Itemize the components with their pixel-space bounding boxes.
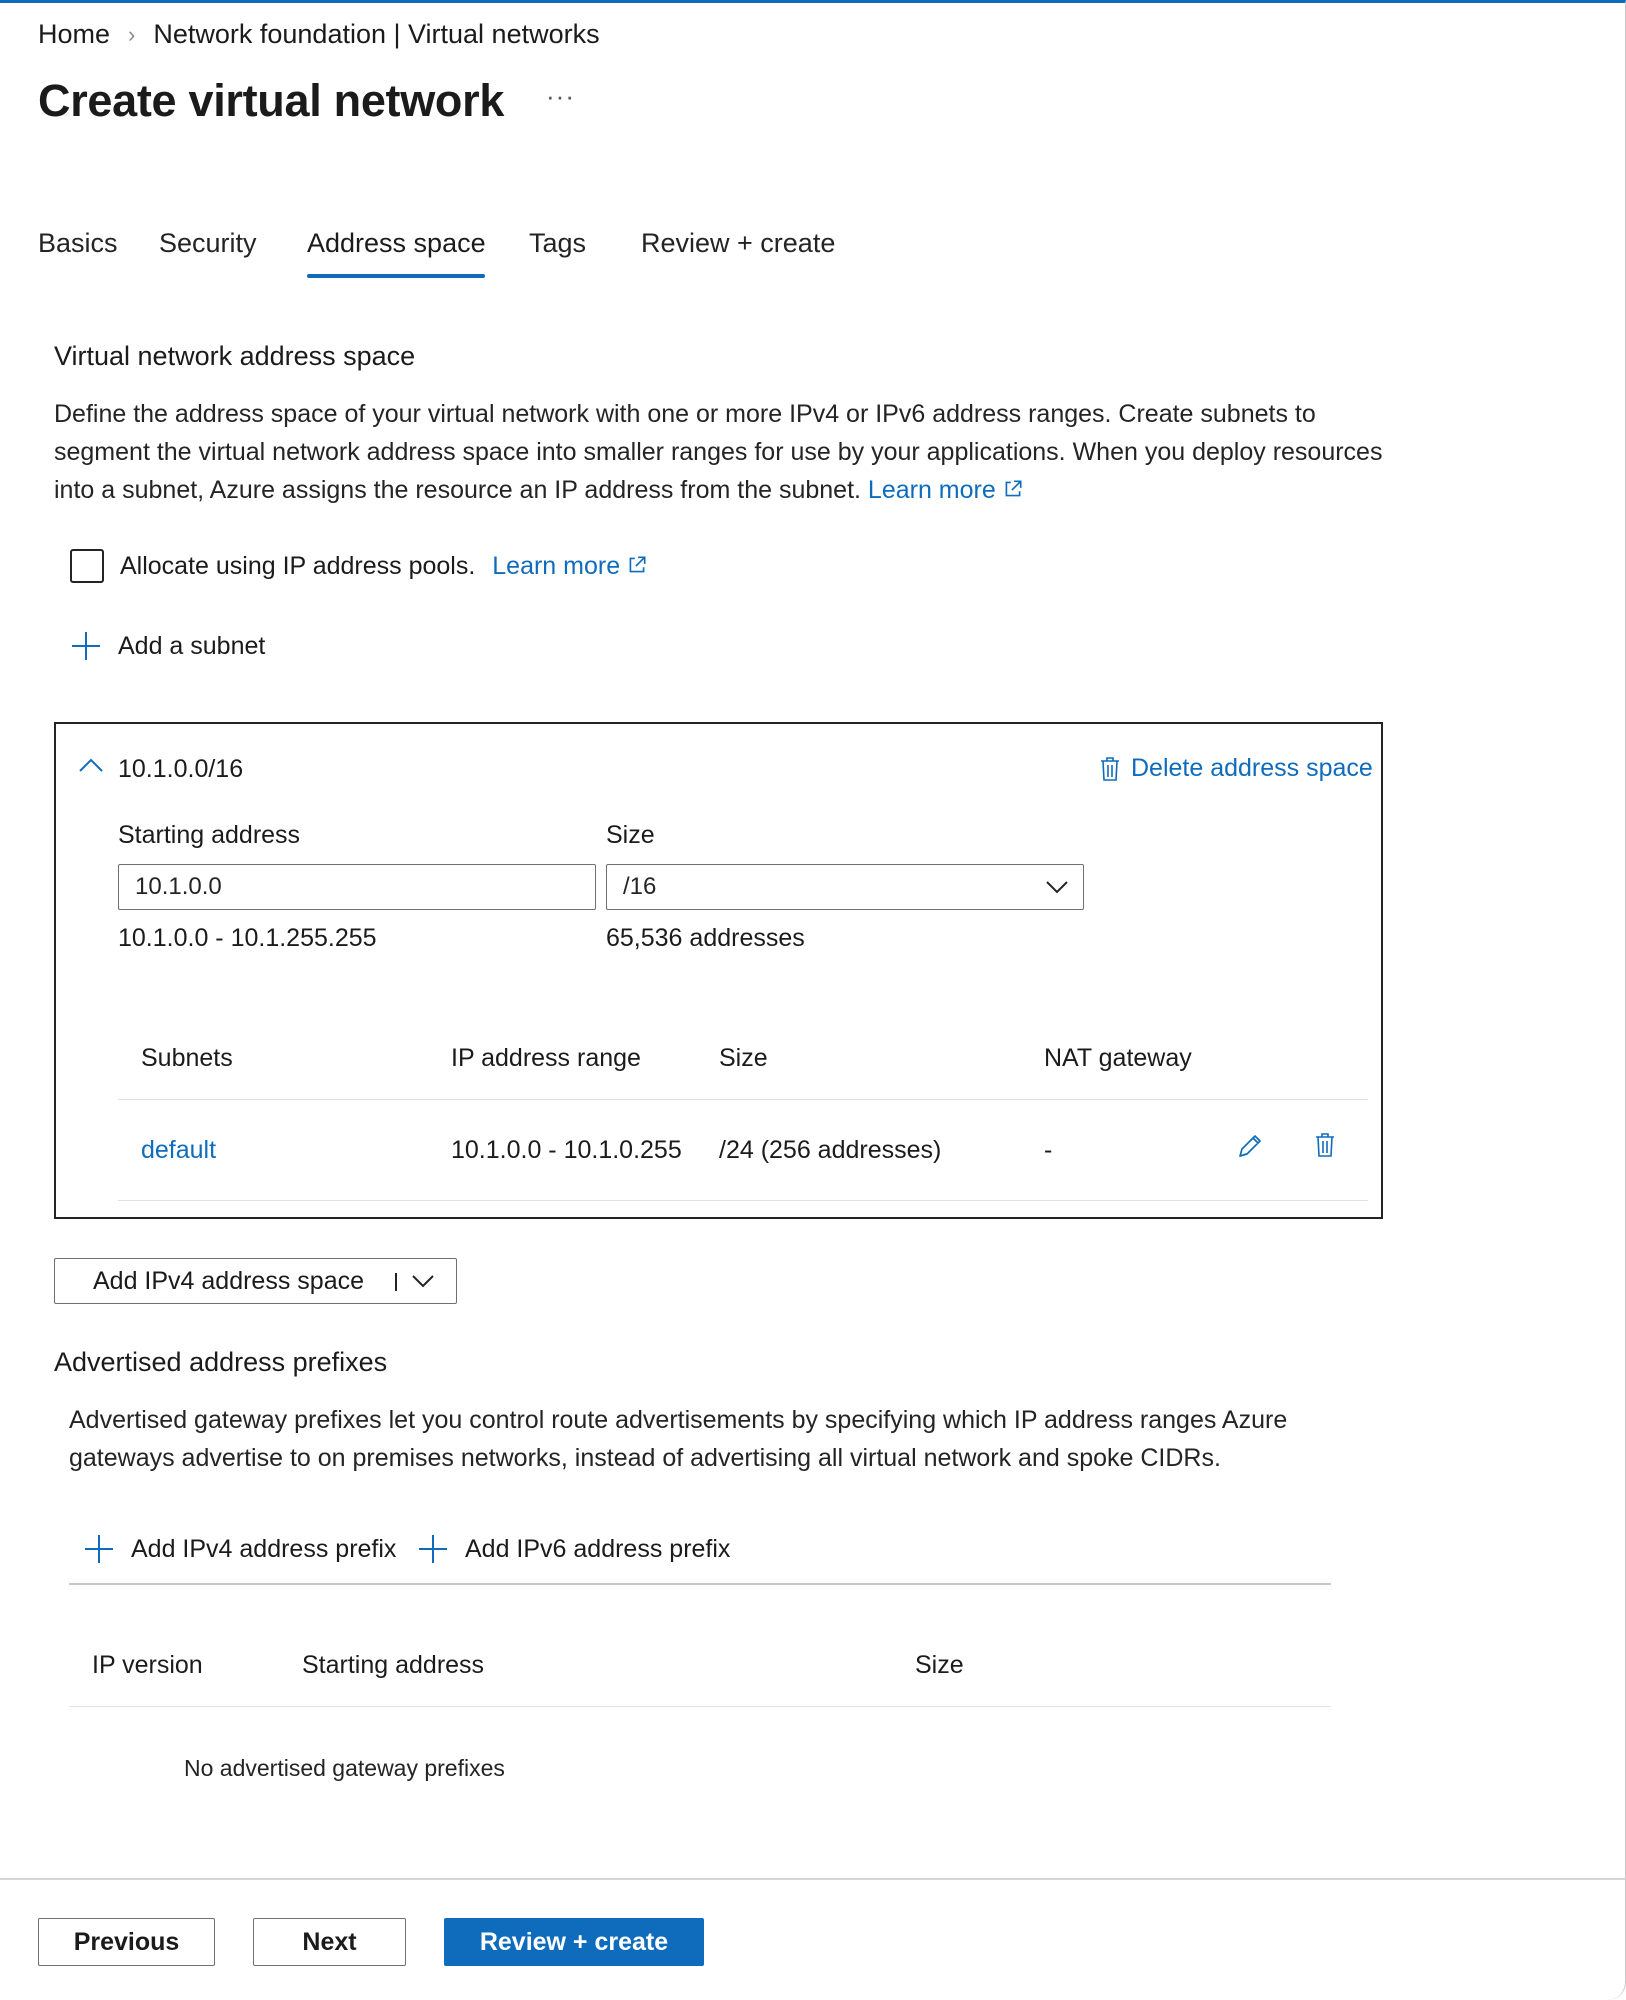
table-divider xyxy=(118,1200,1368,1201)
address-space-description: Define the address space of your virtual… xyxy=(54,395,1454,509)
col-header-ip-version: IP version xyxy=(92,1651,203,1679)
plus-icon xyxy=(72,632,100,660)
plus-icon xyxy=(85,1535,113,1563)
col-header-starting-address: Starting address xyxy=(302,1651,485,1679)
subnet-size: /24 (256 addresses) xyxy=(719,1136,942,1164)
address-range-text: 10.1.0.0 - 10.1.255.255 xyxy=(118,924,377,952)
advertised-prefixes-description: Advertised gateway prefixes let you cont… xyxy=(69,1401,1469,1477)
tab-basics[interactable]: Basics xyxy=(38,228,118,259)
size-select-value: /16 xyxy=(623,873,657,900)
col-header-size: Size xyxy=(719,1044,768,1072)
previous-button[interactable]: Previous xyxy=(38,1918,215,1966)
col-header-subnets: Subnets xyxy=(141,1044,233,1072)
page-title: Create virtual network xyxy=(38,75,505,126)
trash-icon xyxy=(1101,756,1119,781)
address-space-card: 10.1.0.0/16 Delete address space Startin… xyxy=(54,722,1383,1219)
tab-address-space[interactable]: Address space xyxy=(307,228,486,259)
learn-more-label: Learn more xyxy=(492,552,621,580)
breadcrumb-home[interactable]: Home xyxy=(38,19,110,50)
address-space-cidr: 10.1.0.0/16 xyxy=(118,755,244,783)
description-line: into a subnet, Azure assigns the resourc… xyxy=(54,476,861,504)
address-space-section-title: Virtual network address space xyxy=(54,341,416,371)
next-button[interactable]: Next xyxy=(253,1918,406,1966)
add-ipv4-prefix-button[interactable]: Add IPv4 address prefix xyxy=(83,1533,396,1565)
add-ipv4-address-space-button[interactable]: Add IPv4 address space xyxy=(54,1258,457,1304)
trash-icon[interactable] xyxy=(1314,1131,1336,1159)
breadcrumb-virtual-networks[interactable]: Network foundation | Virtual networks xyxy=(153,19,599,50)
starting-address-input[interactable]: 10.1.0.0 xyxy=(118,864,596,910)
col-header-ip-range: IP address range xyxy=(451,1044,641,1072)
subnet-nat-gateway: - xyxy=(1044,1136,1053,1164)
external-link-icon xyxy=(629,556,646,573)
add-ipv4-prefix-label: Add IPv4 address prefix xyxy=(131,1534,397,1563)
size-label: Size xyxy=(606,821,655,849)
tab-security[interactable]: Security xyxy=(159,228,257,259)
ip-pools-row: Allocate using IP address pools. Learn m… xyxy=(120,552,648,581)
add-ipv4-address-space-label: Add IPv4 address space xyxy=(93,1267,364,1295)
table-row: default 10.1.0.0 - 10.1.0.255 /24 (256 a… xyxy=(118,1100,1368,1200)
more-options-button[interactable]: ··· xyxy=(546,81,575,112)
chevron-down-icon xyxy=(1046,881,1068,894)
add-ipv6-prefix-button[interactable]: Add IPv6 address prefix xyxy=(417,1533,730,1565)
plus-icon xyxy=(419,1535,447,1563)
table-divider xyxy=(69,1706,1331,1707)
col-header-size: Size xyxy=(915,1651,964,1679)
add-subnet-button[interactable]: Add a subnet xyxy=(70,630,265,662)
subnet-range: 10.1.0.0 - 10.1.0.255 xyxy=(451,1136,682,1164)
external-link-icon xyxy=(1005,480,1022,497)
description-line: segment the virtual network address spac… xyxy=(54,438,1383,466)
chevron-down-icon[interactable] xyxy=(411,1274,435,1288)
address-count-text: 65,536 addresses xyxy=(606,924,805,952)
description-line: gateways advertise to on premises networ… xyxy=(69,1444,1221,1472)
breadcrumb-separator: › xyxy=(128,21,136,47)
breadcrumb: Home › Network foundation | Virtual netw… xyxy=(38,19,600,50)
active-tab-indicator xyxy=(307,274,485,278)
learn-more-label: Learn more xyxy=(867,476,996,504)
learn-more-link[interactable]: Learn more xyxy=(868,476,1024,504)
starting-address-label: Starting address xyxy=(118,821,301,849)
split-divider xyxy=(395,1273,397,1291)
ip-pools-learn-more-link[interactable]: Learn more xyxy=(492,552,648,580)
add-subnet-label: Add a subnet xyxy=(118,631,266,660)
create-vnet-page: Home › Network foundation | Virtual netw… xyxy=(0,0,1626,2000)
footer-divider xyxy=(0,1878,1626,1880)
tab-tags[interactable]: Tags xyxy=(529,228,586,259)
delete-address-space-button[interactable]: Delete address space xyxy=(1099,754,1373,783)
empty-table-message: No advertised gateway prefixes xyxy=(184,1755,505,1781)
toolbar-divider xyxy=(69,1583,1331,1585)
subnet-name-link[interactable]: default xyxy=(141,1136,216,1165)
size-select[interactable]: /16 xyxy=(606,864,1084,910)
description-line: Define the address space of your virtual… xyxy=(54,400,1316,428)
description-line: Advertised gateway prefixes let you cont… xyxy=(69,1406,1288,1434)
edit-icon[interactable] xyxy=(1236,1132,1264,1160)
delete-address-space-label: Delete address space xyxy=(1131,754,1373,782)
col-header-nat-gateway: NAT gateway xyxy=(1044,1044,1192,1072)
tab-review-create[interactable]: Review + create xyxy=(641,228,835,259)
add-ipv6-prefix-label: Add IPv6 address prefix xyxy=(465,1534,731,1563)
ip-pools-label: Allocate using IP address pools. xyxy=(120,552,476,580)
review-create-button[interactable]: Review + create xyxy=(444,1918,704,1966)
advertised-prefixes-title: Advertised address prefixes xyxy=(54,1347,388,1377)
ip-pools-checkbox[interactable] xyxy=(70,549,104,583)
chevron-up-icon[interactable] xyxy=(78,756,104,774)
